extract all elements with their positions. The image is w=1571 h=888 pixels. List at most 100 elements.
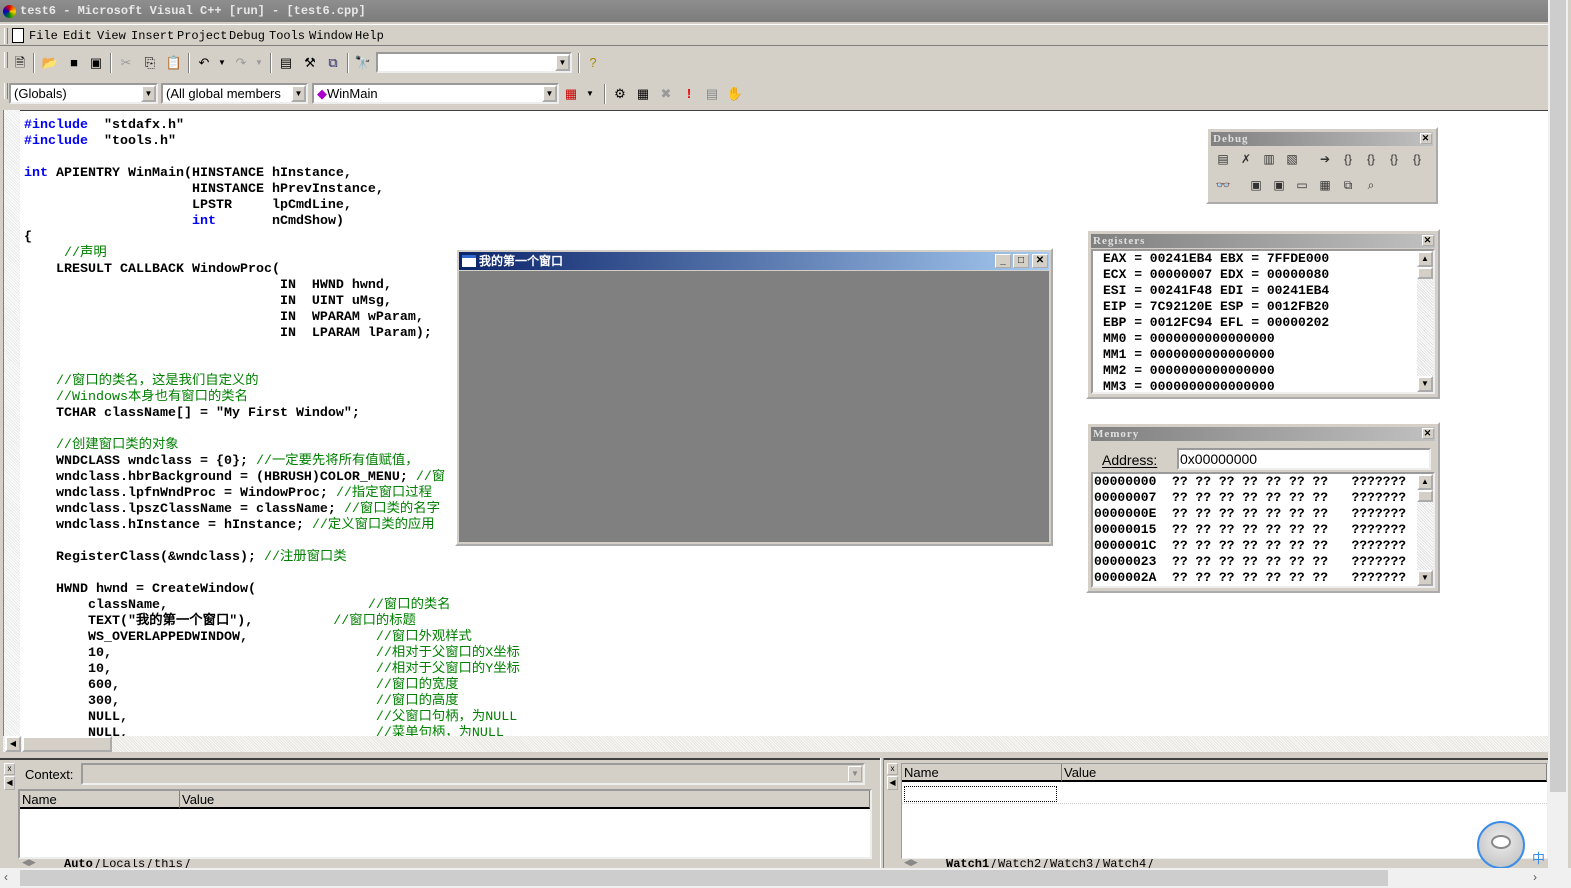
- registers-icon[interactable]: ▭: [1292, 175, 1312, 195]
- chevron-down-icon[interactable]: ▼: [542, 85, 557, 102]
- watch-grid[interactable]: Name Value: [901, 763, 1548, 859]
- build-icon[interactable]: ▦: [634, 85, 652, 103]
- address-input[interactable]: 0x00000000: [1177, 448, 1431, 470]
- scrollbar-thumb[interactable]: [22, 736, 112, 752]
- apply-code-changes-icon[interactable]: ▧: [1282, 149, 1302, 169]
- scroll-up-button[interactable]: ▲: [1417, 474, 1433, 490]
- column-header-value[interactable]: Value: [180, 791, 870, 809]
- scroll-down-button[interactable]: ▼: [1417, 570, 1433, 586]
- cut-icon[interactable]: ✂: [117, 54, 135, 72]
- window-list-icon[interactable]: ⧉: [324, 54, 342, 72]
- tab-scroll-icons[interactable]: ◀▶: [22, 859, 36, 868]
- scrollbar-thumb[interactable]: [1417, 267, 1433, 279]
- scrollbar-thumb[interactable]: [1417, 490, 1433, 502]
- selection-margin[interactable]: [3, 110, 20, 736]
- collapse-icon[interactable]: ◀: [887, 776, 898, 790]
- scrollbar-thumb[interactable]: [1550, 0, 1566, 792]
- open-icon[interactable]: 📂: [41, 54, 59, 72]
- chevron-down-icon[interactable]: ▼: [848, 766, 862, 782]
- menu-view[interactable]: View: [97, 29, 126, 43]
- registers-title-bar[interactable]: Registers ✕: [1091, 234, 1435, 248]
- class-combo[interactable]: (Globals) ▼: [9, 83, 158, 104]
- chevron-down-icon[interactable]: ▼: [555, 54, 570, 71]
- scrollbar-thumb[interactable]: [20, 870, 1388, 886]
- paste-icon[interactable]: 📋: [165, 54, 183, 72]
- member-combo[interactable]: ◆WinMain ▼: [312, 83, 559, 104]
- wizardbar-action-icon[interactable]: ▦: [562, 85, 580, 103]
- redo-icon[interactable]: ↷: [232, 54, 250, 72]
- close-icon[interactable]: ✕: [1422, 235, 1434, 246]
- close-icon[interactable]: x: [4, 763, 15, 775]
- ime-avatar[interactable]: [1477, 821, 1525, 869]
- chevron-down-icon[interactable]: ▼: [141, 85, 156, 102]
- menu-window[interactable]: Window: [309, 29, 352, 43]
- column-header-name[interactable]: Name: [20, 791, 180, 809]
- breakpoint-hand-icon[interactable]: ✋: [726, 85, 744, 103]
- compile-icon[interactable]: ⚙: [611, 85, 629, 103]
- menu-insert[interactable]: Insert: [131, 29, 174, 43]
- debug-toolbar-title-bar[interactable]: Debug ✕: [1211, 132, 1433, 146]
- chevron-down-icon[interactable]: ▼: [291, 85, 306, 102]
- find-in-files-icon[interactable]: 🔭: [354, 54, 372, 72]
- menubar-grip[interactable]: [4, 28, 8, 44]
- close-icon[interactable]: ✕: [1420, 133, 1432, 144]
- close-icon[interactable]: x: [887, 763, 898, 775]
- menu-edit[interactable]: Edit: [63, 29, 92, 43]
- stop-debugging-icon[interactable]: ✗: [1236, 149, 1256, 169]
- memory-title-bar[interactable]: Memory ✕: [1091, 427, 1435, 441]
- close-button[interactable]: ✕: [1032, 254, 1048, 268]
- close-icon[interactable]: ✕: [1422, 428, 1434, 439]
- output-icon[interactable]: ⚒: [301, 54, 319, 72]
- watch-new-entry[interactable]: [904, 786, 1057, 802]
- save-all-icon[interactable]: ▣: [87, 54, 105, 72]
- step-out-icon[interactable]: {}: [1384, 149, 1404, 169]
- editor-horizontal-scrollbar[interactable]: ◀: [3, 736, 1548, 752]
- save-icon[interactable]: ■: [65, 54, 83, 72]
- wizardbar-grip[interactable]: [4, 83, 8, 99]
- ime-mode-label[interactable]: 中: [1532, 848, 1545, 867]
- popup-client-area[interactable]: [459, 271, 1049, 542]
- app-icon[interactable]: [3, 5, 16, 18]
- watch-icon[interactable]: ▣: [1246, 175, 1266, 195]
- redo-dropdown-icon[interactable]: ▼: [250, 54, 268, 72]
- copy-icon[interactable]: ⎘: [141, 54, 159, 72]
- workspace-icon[interactable]: ▤: [277, 54, 295, 72]
- page-horizontal-scrollbar[interactable]: ‹ ›: [0, 868, 1571, 888]
- popup-title-bar[interactable]: 我的第一个窗口 _ □ ✕: [459, 252, 1049, 270]
- menu-tools[interactable]: Tools: [269, 29, 305, 43]
- collapse-icon[interactable]: ◀: [4, 776, 15, 790]
- find-combo[interactable]: ▼: [376, 52, 572, 73]
- call-stack-icon[interactable]: ⧉: [1338, 175, 1358, 195]
- menu-project[interactable]: Project: [177, 29, 227, 43]
- column-header-name[interactable]: Name: [902, 764, 1062, 782]
- menu-debug[interactable]: Debug: [229, 29, 265, 43]
- scroll-left-button[interactable]: ◀: [5, 736, 21, 752]
- stop-build-icon[interactable]: ✖: [657, 85, 675, 103]
- restart-icon[interactable]: ▤: [1213, 149, 1233, 169]
- quickwatch-icon[interactable]: 👓: [1213, 175, 1233, 195]
- scroll-down-button[interactable]: ▼: [1417, 376, 1433, 392]
- page-vertical-scrollbar[interactable]: [1548, 0, 1568, 868]
- go-icon[interactable]: ▤: [703, 85, 721, 103]
- context-combo[interactable]: ▼: [81, 763, 865, 785]
- document-icon[interactable]: [12, 28, 24, 43]
- undo-dropdown-icon[interactable]: ▼: [213, 54, 231, 72]
- maximize-button[interactable]: □: [1013, 254, 1029, 268]
- menu-file[interactable]: File: [29, 29, 58, 43]
- minimize-button[interactable]: _: [995, 254, 1011, 268]
- disassembly-icon[interactable]: ⌕: [1361, 175, 1381, 195]
- variables-grid[interactable]: Name Value: [18, 789, 872, 859]
- execute-icon[interactable]: !: [680, 85, 698, 103]
- scroll-left-icon[interactable]: ‹: [4, 870, 8, 884]
- tab-scroll-icons[interactable]: ◀▶: [904, 859, 918, 868]
- menu-help[interactable]: Help: [355, 29, 384, 43]
- memory-list[interactable]: 00000000 ?? ?? ?? ?? ?? ?? ?? ??????? 000…: [1091, 472, 1435, 588]
- column-header-value[interactable]: Value: [1062, 764, 1547, 782]
- undo-icon[interactable]: ↶: [195, 54, 213, 72]
- new-text-file-icon[interactable]: 🗎: [11, 54, 29, 72]
- show-next-statement-icon[interactable]: ➔: [1315, 149, 1335, 169]
- filter-combo[interactable]: (All global members ▼: [161, 83, 308, 104]
- running-app-window[interactable]: 我的第一个窗口 _ □ ✕: [455, 248, 1053, 546]
- registers-list[interactable]: EAX = 00241EB4 EBX = 7FFDE000 ECX = 00000…: [1091, 249, 1435, 394]
- scroll-right-icon[interactable]: ›: [1533, 870, 1537, 884]
